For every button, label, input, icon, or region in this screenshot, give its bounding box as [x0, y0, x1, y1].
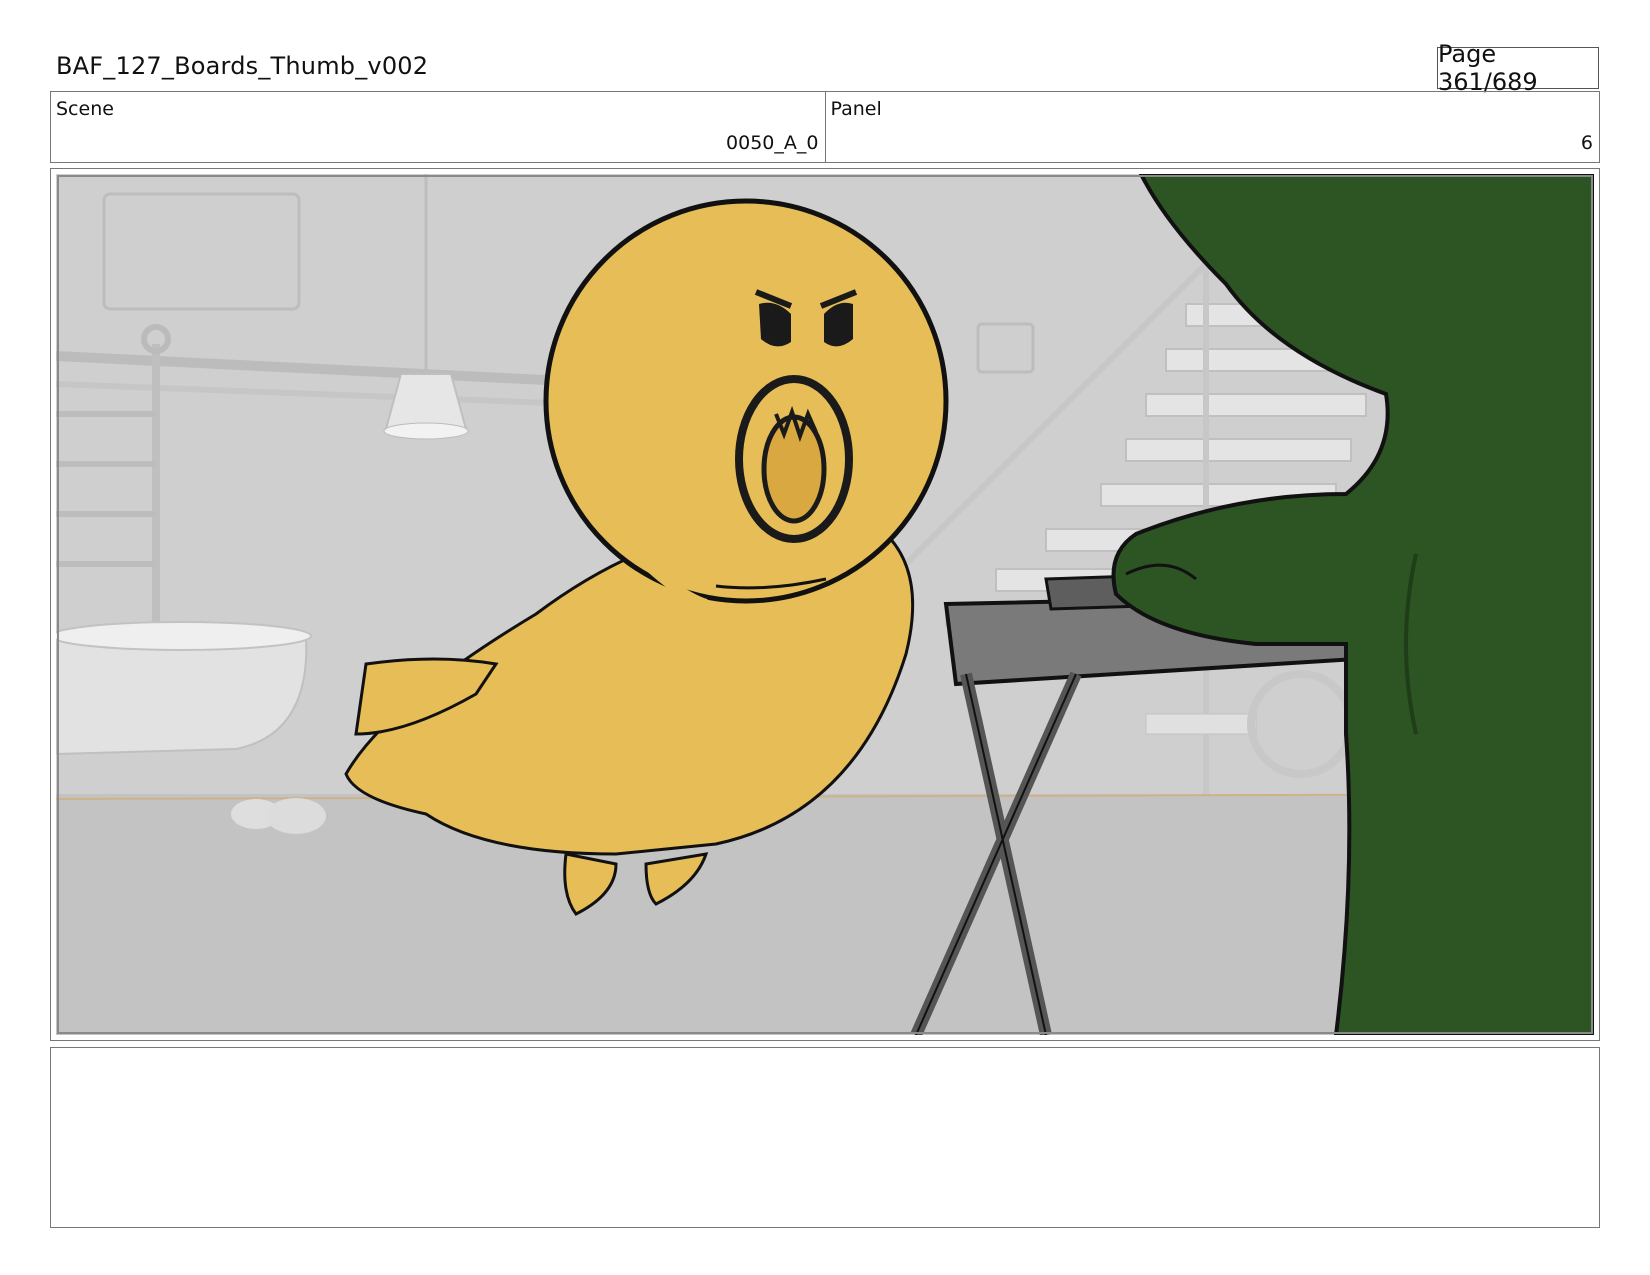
hanging-lamp — [384, 373, 468, 430]
notes-box — [50, 1047, 1600, 1228]
document-title: BAF_127_Boards_Thumb_v002 — [56, 52, 429, 80]
storyboard-panel-image — [56, 174, 1594, 1035]
storyboard-frame — [50, 168, 1600, 1041]
scene-value: 0050_A_0 — [726, 132, 819, 154]
panel-label: Panel — [830, 98, 882, 120]
panel-cell: Panel 6 — [824, 92, 1600, 162]
scene-cell: Scene 0050_A_0 — [51, 92, 825, 162]
panel-info-row: Scene 0050_A_0 Panel 6 — [50, 91, 1600, 163]
tub — [56, 632, 308, 756]
page-number: Page 361/689 — [1437, 40, 1599, 96]
panel-value: 6 — [1580, 132, 1593, 154]
scene-label: Scene — [56, 98, 114, 120]
